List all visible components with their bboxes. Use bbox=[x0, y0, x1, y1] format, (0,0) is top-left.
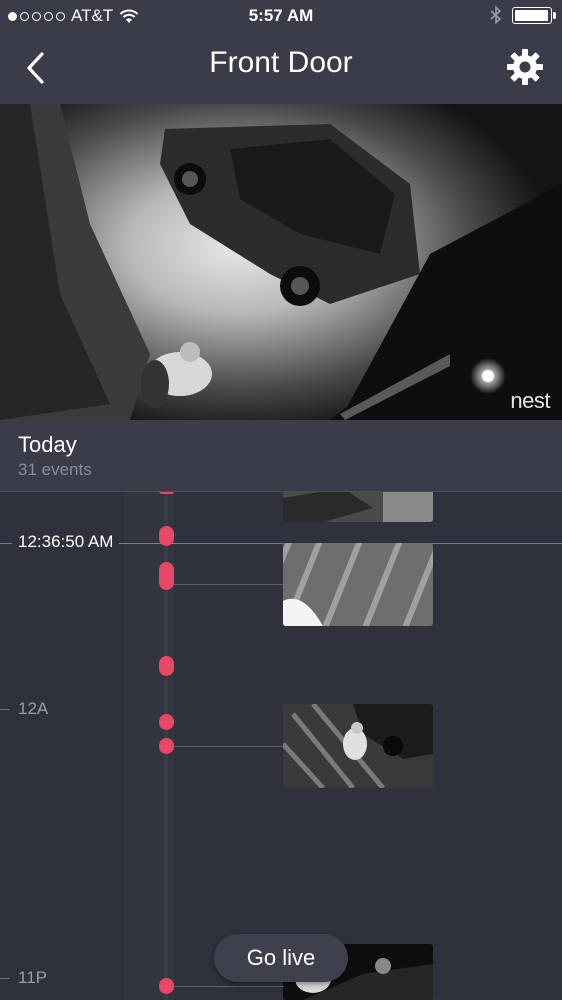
status-bar: AT&T 5:57 AM bbox=[0, 0, 562, 34]
gear-icon[interactable] bbox=[502, 44, 548, 90]
day-title: Today bbox=[18, 432, 77, 457]
event-connector bbox=[174, 986, 284, 987]
current-time-label: 12:36:50 AM bbox=[12, 532, 120, 552]
event-marker[interactable] bbox=[159, 562, 174, 590]
event-thumbnail[interactable] bbox=[283, 704, 433, 788]
event-thumbnail[interactable] bbox=[283, 543, 433, 626]
event-marker[interactable] bbox=[159, 492, 174, 494]
event-connector bbox=[174, 746, 284, 747]
status-right bbox=[490, 6, 556, 24]
battery-icon bbox=[512, 6, 556, 24]
tick-label-12a: 12A bbox=[18, 699, 49, 718]
tick-label-11p: 11P bbox=[18, 968, 47, 987]
tick-mark bbox=[0, 709, 10, 710]
go-live-button[interactable]: Go live bbox=[214, 934, 348, 982]
page-title: Front Door bbox=[209, 46, 353, 79]
day-header: Today 31 events bbox=[0, 420, 562, 492]
bluetooth-icon bbox=[490, 6, 502, 24]
event-marker[interactable] bbox=[159, 738, 174, 754]
event-count: 31 events bbox=[18, 460, 92, 479]
video-frame bbox=[0, 104, 562, 420]
event-connector bbox=[174, 584, 284, 585]
event-marker[interactable] bbox=[159, 714, 174, 730]
status-time: 5:57 AM bbox=[248, 6, 314, 25]
tick-mark bbox=[0, 978, 10, 979]
camera-video-feed[interactable]: nest bbox=[0, 104, 562, 420]
event-marker[interactable] bbox=[159, 978, 174, 994]
nav-bar: Front Door bbox=[0, 34, 562, 104]
event-thumbnail[interactable] bbox=[283, 492, 433, 522]
event-marker[interactable] bbox=[159, 526, 174, 546]
nest-watermark: nest bbox=[510, 388, 550, 413]
event-marker[interactable] bbox=[159, 656, 174, 676]
event-timeline[interactable]: 12:36:50 AM 12A 11P bbox=[0, 492, 562, 1000]
